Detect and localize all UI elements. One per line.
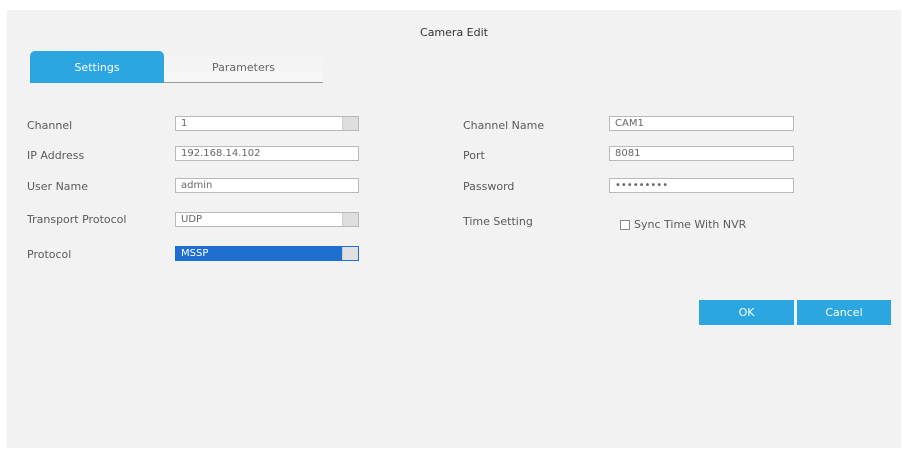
transport-protocol-select[interactable]: UDP xyxy=(175,212,359,227)
channel-value: 1 xyxy=(181,118,188,129)
channel-name-label: Channel Name xyxy=(463,119,545,132)
dialog-title: Camera Edit xyxy=(420,26,488,39)
cancel-button[interactable]: Cancel xyxy=(797,300,891,325)
protocol-select[interactable]: MSSP xyxy=(175,246,359,261)
ip-address-input[interactable]: 192.168.14.102 xyxy=(175,146,359,161)
sync-time-label: Sync Time With NVR xyxy=(634,218,747,231)
port-input[interactable]: 8081 xyxy=(609,146,794,161)
dropdown-arrow-icon xyxy=(342,117,358,130)
channel-select[interactable]: 1 xyxy=(175,116,359,131)
channel-label: Channel xyxy=(27,119,73,132)
password-label: Password xyxy=(463,180,515,193)
channel-name-input[interactable]: CAM1 xyxy=(609,116,794,131)
port-label: Port xyxy=(463,149,485,162)
transport-protocol-value: UDP xyxy=(181,214,203,225)
sync-time-option[interactable]: Sync Time With NVR xyxy=(620,218,746,231)
protocol-value: MSSP xyxy=(181,248,209,259)
tab-parameters[interactable]: Parameters xyxy=(164,51,323,83)
dropdown-arrow-icon xyxy=(342,247,358,260)
dropdown-arrow-icon xyxy=(342,213,358,226)
tab-settings[interactable]: Settings xyxy=(30,51,164,83)
camera-edit-dialog: Camera Edit Settings Parameters Channel … xyxy=(7,10,901,448)
ip-address-label: IP Address xyxy=(27,149,85,162)
password-input[interactable]: ••••••••• xyxy=(609,178,794,193)
user-name-input[interactable]: admin xyxy=(175,178,359,193)
protocol-label: Protocol xyxy=(27,248,72,261)
user-name-label: User Name xyxy=(27,180,89,193)
sync-time-checkbox[interactable] xyxy=(620,219,630,230)
transport-protocol-label: Transport Protocol xyxy=(27,213,127,226)
time-setting-label: Time Setting xyxy=(463,215,533,228)
ok-button[interactable]: OK xyxy=(699,300,794,325)
